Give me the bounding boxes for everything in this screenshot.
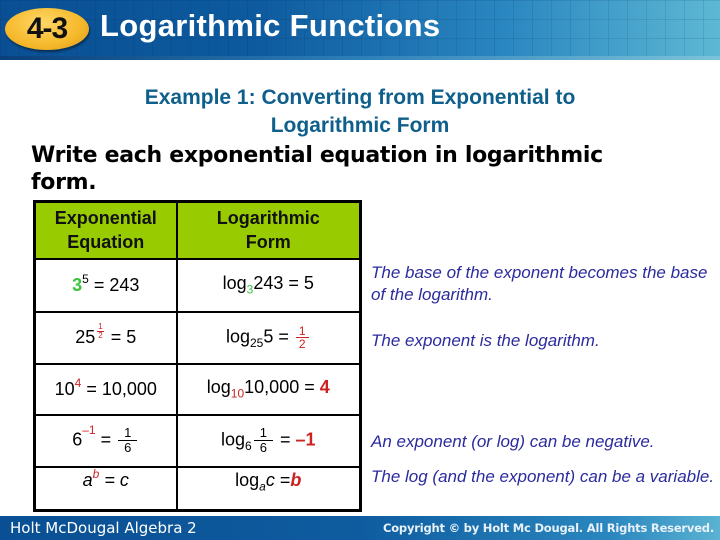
note-can-be-variable: The log (and the exponent) can be a vari… bbox=[371, 467, 715, 486]
logarithmic-cell: log3243 = 5 bbox=[175, 257, 362, 313]
footer-bar: Holt McDougal Algebra 2 Copyright © by H… bbox=[0, 516, 720, 540]
header-logarithmic-form: Logarithmic Form bbox=[175, 200, 362, 260]
logarithmic-cell: log1010,000 = 4 bbox=[175, 362, 362, 416]
fraction-result: 12 bbox=[295, 325, 309, 350]
table-row: 35 = 243 log3243 = 5 bbox=[33, 257, 362, 313]
exponential-cell: 6–1 = 16 bbox=[33, 413, 178, 468]
footer-publisher: Holt McDougal Algebra 2 bbox=[10, 519, 197, 537]
lesson-title: Logarithmic Functions bbox=[100, 8, 441, 43]
instruction-line-1: Write each exponential equation in logar… bbox=[31, 143, 603, 168]
footer-copyright: Copyright © by Holt Mc Dougal. All Right… bbox=[382, 521, 714, 535]
lesson-number-badge: 4-3 bbox=[5, 8, 89, 50]
table-row: ab = c logac =b bbox=[33, 465, 362, 512]
logarithmic-cell: log6 1 6 = –1 bbox=[175, 413, 362, 468]
example-title-line-1: Example 1: Converting from Exponential t… bbox=[144, 86, 576, 109]
logarithmic-cell: logac =b bbox=[175, 465, 362, 512]
table-header-row: Exponential Equation Logarithmic Form bbox=[33, 200, 362, 260]
fraction-value: 16 bbox=[118, 426, 138, 455]
fraction-argument: 16 bbox=[253, 426, 273, 455]
conversion-table: Exponential Equation Logarithmic Form 35… bbox=[33, 200, 362, 512]
title-bar: 4-3 Logarithmic Functions bbox=[0, 0, 720, 58]
table-row: 6–1 = 16 log6 1 6 = –1 bbox=[33, 413, 362, 468]
note-base-becomes-base: The base of the exponent becomes the bas… bbox=[371, 263, 708, 304]
note-exponent-is-logarithm: The exponent is the logarithm. bbox=[371, 331, 600, 350]
instruction-text: Write each exponential equation in logar… bbox=[31, 142, 711, 196]
logarithmic-cell: log255 = 12 bbox=[175, 310, 362, 365]
exponential-cell: 25 1 2 = 5 bbox=[33, 310, 178, 365]
instruction-line-2: form. bbox=[31, 170, 97, 195]
example-title-line-2: Logarithmic Form bbox=[270, 114, 450, 137]
exponential-cell: ab = c bbox=[33, 465, 178, 512]
note-can-be-negative: An exponent (or log) can be negative. bbox=[371, 432, 655, 451]
fraction-exponent: 12 bbox=[97, 322, 104, 340]
table-row: 104 = 10,000 log1010,000 = 4 bbox=[33, 362, 362, 416]
title-bar-underline bbox=[0, 56, 720, 60]
exponential-cell: 35 = 243 bbox=[33, 257, 178, 313]
header-exponential-equation: Exponential Equation bbox=[33, 200, 178, 260]
table-row: 25 1 2 = 5 log255 = 12 bbox=[33, 310, 362, 365]
exponential-cell: 104 = 10,000 bbox=[33, 362, 178, 416]
example-title: Example 1: Converting from Exponential t… bbox=[0, 84, 720, 140]
